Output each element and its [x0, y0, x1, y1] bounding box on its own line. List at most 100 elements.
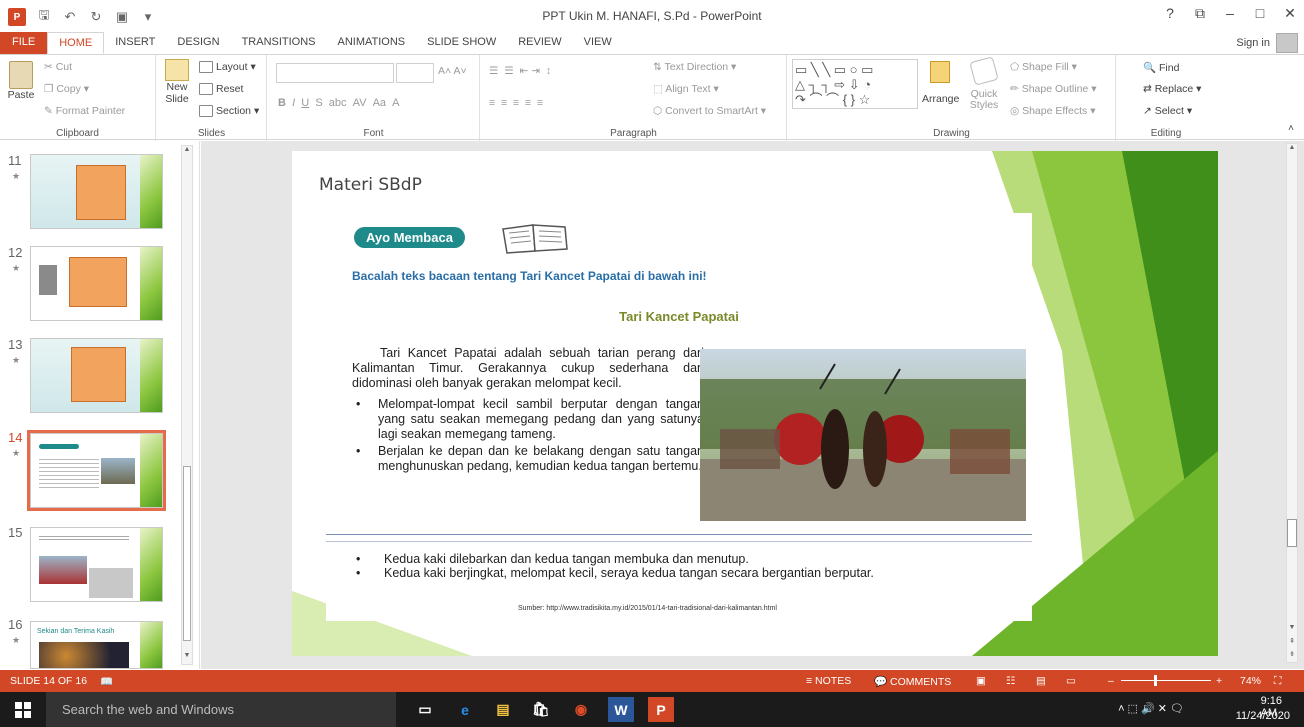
ribbon-display-options-icon[interactable]: ⧉: [1192, 5, 1208, 22]
chrome-icon[interactable]: ◉: [568, 697, 594, 722]
ayo-membaca-label: Ayo Membaca: [354, 227, 465, 248]
select-button[interactable]: ↗ Select ▾: [1143, 105, 1192, 117]
convert-smartart-button[interactable]: ⬡ Convert to SmartArt ▾: [653, 105, 766, 117]
file-explorer-icon[interactable]: ▤: [490, 697, 516, 722]
next-slide-icon[interactable]: ⇟: [1287, 650, 1297, 662]
grow-shrink-font-icons[interactable]: A˄ A˅: [438, 65, 467, 77]
layout-icon: [199, 61, 213, 74]
slide-sorter-icon[interactable]: ☷: [1006, 675, 1015, 687]
maximize-button[interactable]: □: [1252, 5, 1268, 22]
section-button[interactable]: Section ▾: [199, 105, 259, 118]
animation-star-icon: ★: [12, 355, 21, 365]
slide-thumbnail-12[interactable]: [30, 246, 163, 321]
comments-button[interactable]: 💬 COMMENTS: [874, 675, 951, 688]
collapse-ribbon-icon[interactable]: ˄: [1288, 123, 1294, 134]
list-icons[interactable]: ☰ ☰ ⇤ ⇥ ↕: [489, 65, 551, 77]
paste-icon: [9, 61, 33, 89]
task-view-icon[interactable]: ▭: [412, 697, 438, 722]
clock-date[interactable]: 11/24/2020: [1236, 710, 1290, 722]
slide-thumbnail-15[interactable]: [30, 527, 163, 602]
tray-icons[interactable]: ˄ ⬚ 🔊 ✕ 🗨: [1118, 702, 1184, 715]
arrange-icon: [930, 61, 950, 83]
edge-browser-icon[interactable]: e: [452, 697, 478, 722]
paste-button[interactable]: Paste: [6, 61, 36, 101]
scroll-down-icon[interactable]: ▼: [1287, 624, 1297, 636]
scroll-up-icon[interactable]: ▲: [1287, 144, 1297, 156]
word-icon[interactable]: W: [608, 697, 634, 722]
editor-scrollbar[interactable]: ▲ ▼ ⇞ ⇟: [1286, 143, 1298, 663]
thumb-15-lines: [39, 534, 129, 542]
slide-thumbnail-11[interactable]: [30, 154, 163, 229]
tab-transitions[interactable]: TRANSITIONS: [231, 32, 327, 54]
store-icon[interactable]: 🛍: [528, 697, 554, 722]
font-format-icons[interactable]: B I U S abc AV Aa A: [278, 97, 400, 109]
thumb-number: 15: [8, 525, 23, 540]
tab-insert[interactable]: INSERT: [104, 32, 166, 54]
shape-outline-button[interactable]: ✏ Shape Outline ▾: [1010, 83, 1096, 95]
zoom-out-icon[interactable]: –: [1108, 675, 1114, 687]
start-button[interactable]: [0, 692, 46, 727]
previous-slide-icon[interactable]: ⇞: [1287, 637, 1297, 649]
scroll-up-icon[interactable]: ▲: [182, 146, 192, 158]
editor-scroll-thumb[interactable]: [1287, 519, 1297, 547]
sign-in-link[interactable]: Sign in: [1236, 37, 1270, 49]
quick-styles-button[interactable]: Quick Styles: [964, 56, 1004, 111]
editing-label: Editing: [1150, 128, 1182, 139]
minimize-button[interactable]: –: [1222, 5, 1238, 22]
thumbnails-scroll-thumb[interactable]: [183, 466, 191, 641]
text-direction-icon: ⇅: [653, 61, 665, 73]
shapes-gallery[interactable]: ▭ ╲ ╲ ▭ ○ ▭ △ ┐ ┐ ⇨ ⇩ ◔ ↷ ⌒ ⌒ { } ☆: [792, 59, 918, 109]
fit-slide-icon[interactable]: ⛶: [1274, 675, 1281, 688]
align-text-button[interactable]: ⬚ Align Text ▾: [653, 83, 719, 95]
slide-show-icon[interactable]: ▭: [1066, 675, 1076, 687]
tab-home[interactable]: HOME: [47, 32, 105, 54]
section-icon: [199, 105, 213, 118]
slide-thumbnail-13[interactable]: [30, 338, 163, 413]
copy-button[interactable]: ❐ Copy ▾: [44, 83, 89, 95]
thumb-14-text: [39, 444, 79, 449]
reset-button[interactable]: Reset: [199, 83, 243, 96]
zoom-slider[interactable]: [1121, 680, 1211, 681]
slide-thumbnail-16[interactable]: Sekian dan Terima Kasih: [30, 621, 163, 669]
paragraph-group: ☰ ☰ ⇤ ⇥ ↕ ≡ ≡ ≡ ≡ ≡ ⇅ Text Direction ▾ ⬚…: [481, 55, 787, 141]
tab-design[interactable]: DESIGN: [166, 32, 230, 54]
align-icons[interactable]: ≡ ≡ ≡ ≡ ≡: [489, 97, 543, 109]
scroll-down-icon[interactable]: ▼: [182, 652, 192, 664]
zoom-in-icon[interactable]: +: [1216, 675, 1222, 687]
tab-file[interactable]: FILE: [0, 32, 48, 54]
slide-canvas[interactable]: Materi SBdP Ayo Membaca Bacalah teks bac…: [292, 151, 1218, 656]
replace-button[interactable]: ⇄ Replace ▾: [1143, 83, 1201, 95]
thumb-15-photo2: [89, 568, 133, 598]
book-content-card[interactable]: Ayo Membaca Bacalah teks bacaan tentang …: [326, 213, 1032, 621]
close-button[interactable]: ✕: [1282, 5, 1298, 22]
powerpoint-icon[interactable]: P: [648, 697, 674, 722]
reading-instruction: Bacalah teks bacaan tentang Tari Kancet …: [352, 269, 707, 283]
slide-title[interactable]: Materi SBdP: [319, 175, 422, 195]
notes-button[interactable]: ≡ NOTES: [806, 675, 851, 687]
slide-thumbnail-14[interactable]: [27, 430, 166, 511]
tab-animations[interactable]: ANIMATIONS: [327, 32, 417, 54]
cut-button[interactable]: ✂ Cut: [44, 61, 72, 73]
font-family-input[interactable]: [276, 63, 394, 83]
find-button[interactable]: 🔍 Find: [1143, 61, 1179, 74]
tab-slide-show[interactable]: SLIDE SHOW: [416, 32, 507, 54]
new-slide-button[interactable]: New Slide: [161, 59, 193, 105]
zoom-level[interactable]: 74%: [1240, 675, 1261, 687]
help-icon[interactable]: ?: [1162, 5, 1178, 22]
shape-fill-button[interactable]: ⬠ Shape Fill ▾: [1010, 61, 1077, 73]
font-size-input[interactable]: [396, 63, 434, 83]
spell-check-icon[interactable]: 📖: [100, 675, 113, 688]
layout-button[interactable]: Layout ▾: [199, 61, 256, 74]
avatar[interactable]: [1276, 33, 1298, 53]
tab-view[interactable]: VIEW: [573, 32, 623, 54]
format-painter-button[interactable]: ✎ Format Painter: [44, 105, 125, 117]
shape-effects-button[interactable]: ◎ Shape Effects ▾: [1010, 105, 1095, 117]
thumbnails-scrollbar[interactable]: ▲ ▼: [181, 145, 193, 665]
tab-review[interactable]: REVIEW: [507, 32, 572, 54]
arrange-button[interactable]: Arrange: [922, 61, 959, 105]
zoom-slider-thumb[interactable]: [1154, 675, 1157, 686]
reading-view-icon[interactable]: ▤: [1036, 675, 1046, 687]
text-direction-button[interactable]: ⇅ Text Direction ▾: [653, 61, 736, 73]
normal-view-icon[interactable]: ▣: [976, 675, 986, 687]
taskbar-search-input[interactable]: Search the web and Windows: [46, 692, 396, 727]
